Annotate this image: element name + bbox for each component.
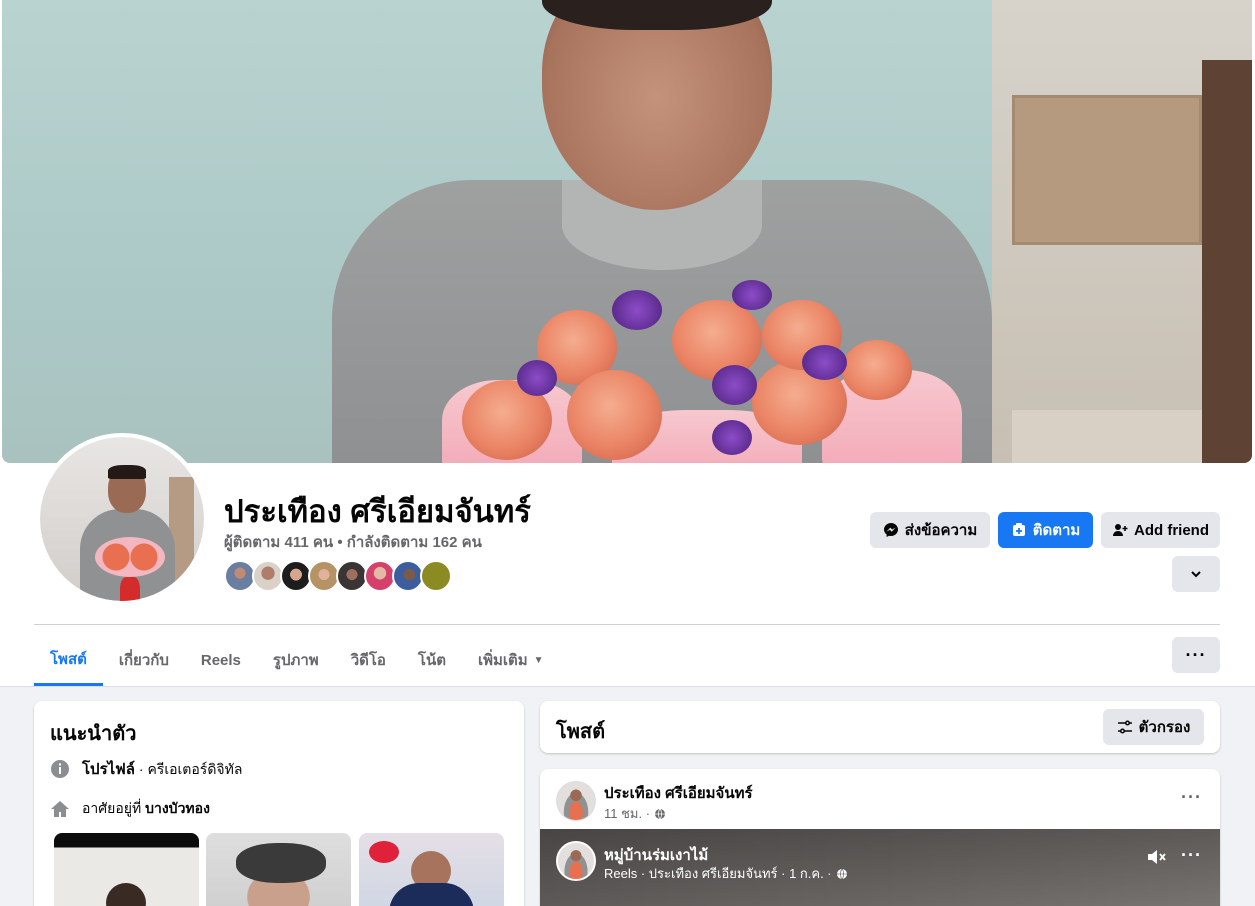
intro-title: แนะนำตัว [50,723,137,745]
tab-about[interactable]: เกี่ยวกับ [103,634,185,686]
add-friend-icon [1113,524,1128,536]
intro-profile-value: · ครีเอเตอร์ดิจิทัล [135,761,243,777]
mutual-friends-avatars[interactable] [224,560,452,592]
intro-profile-label: โปรไฟล์ [82,761,135,778]
globe-icon [655,808,666,819]
tab-reels[interactable]: Reels [185,634,257,686]
post-author-name[interactable]: ประเทือง ศรีเอียมจันทร์ [604,781,753,805]
follow-button-label: ติดตาม [1032,522,1081,539]
filter-icon [1117,720,1132,734]
filter-button-label: ตัวกรอง [1138,719,1191,736]
follow-icon [1012,523,1025,536]
tabs-more-button[interactable]: ··· [1172,637,1220,673]
intro-card: แนะนำตัว โปรไฟล์ · ครีเอเตอร์ดิจิทัล อาศ… [34,701,524,906]
caret-down-icon: ▼ [533,654,544,666]
cover-door [1202,60,1252,463]
add-friend-button-label: Add friend [1134,521,1209,539]
tab-more[interactable]: เพิ่มเติม ▼ [462,634,560,686]
post-timestamp[interactable]: 11 ชม. · [604,803,666,824]
post-more-button[interactable]: ··· [1181,787,1202,808]
more-icon: ··· [1185,644,1207,665]
chevron-down-icon [1191,571,1201,578]
cover-counter [1012,410,1202,463]
profile-more-dropdown-button[interactable] [1172,556,1220,592]
cover-cabinet [1012,95,1202,245]
mute-button[interactable] [1146,847,1168,872]
friend-avatar[interactable] [420,560,452,592]
tab-videos[interactable]: วิดีโอ [335,634,402,686]
message-button[interactable]: ส่งข้อความ [870,512,990,548]
filter-button[interactable]: ตัวกรอง [1103,709,1204,745]
reel-preview[interactable]: หมู่บ้านร่มเงาไม้ Reels · ประเทือง ศรีเอ… [540,829,1220,906]
intro-lives-value[interactable]: บางบัวทอง [145,800,210,816]
post-card: ประเทือง ศรีเอียมจันทร์ 11 ชม. · ··· หมู… [540,769,1220,906]
cover-photo[interactable] [2,0,1252,463]
cover-bouquet [442,270,962,463]
intro-lives-row: อาศัยอยู่ที่ บางบัวทอง [50,798,210,820]
profile-tabs: โพสต์ เกี่ยวกับ Reels รูปภาพ วิดีโอ โน้ต… [34,634,560,686]
intro-lives-prefix: อาศัยอยู่ที่ [82,800,146,816]
post-author-avatar[interactable] [556,781,596,821]
posts-title: โพสต์ [556,721,606,743]
featured-photo[interactable] [54,833,199,906]
reel-subtitle: Reels · ประเทือง ศรีเอียมจันทร์ · 1 ก.ค.… [604,863,848,884]
follower-counts[interactable]: ผู้ติดตาม 411 คน • กำลังติดตาม 162 คน [224,530,482,554]
more-icon: ··· [1181,845,1202,865]
add-friend-button[interactable]: Add friend [1101,512,1220,548]
more-icon: ··· [1181,787,1202,807]
featured-photo[interactable] [206,833,351,906]
profile-avatar[interactable] [36,433,208,605]
posts-header-card: โพสต์ ตัวกรอง [540,701,1220,753]
mute-icon [1148,850,1166,864]
tab-posts[interactable]: โพสต์ [34,634,103,686]
globe-icon [836,868,847,879]
info-icon [50,759,70,779]
featured-photo[interactable] [359,833,504,906]
header-divider [34,624,1220,625]
messenger-icon [883,523,898,537]
tab-photos[interactable]: รูปภาพ [257,634,335,686]
intro-profile-row: โปรไฟล์ · ครีเอเตอร์ดิจิทัล [50,757,242,781]
profile-name: ประเทือง ศรีเอียมจันทร์ [224,494,531,529]
cover-face [542,0,772,210]
message-button-label: ส่งข้อความ [904,522,978,539]
reel-thumbnail[interactable] [556,841,596,881]
reel-more-button[interactable]: ··· [1181,845,1202,866]
home-icon [50,799,70,819]
tab-notes[interactable]: โน้ต [402,634,462,686]
follow-button[interactable]: ติดตาม [998,512,1093,548]
